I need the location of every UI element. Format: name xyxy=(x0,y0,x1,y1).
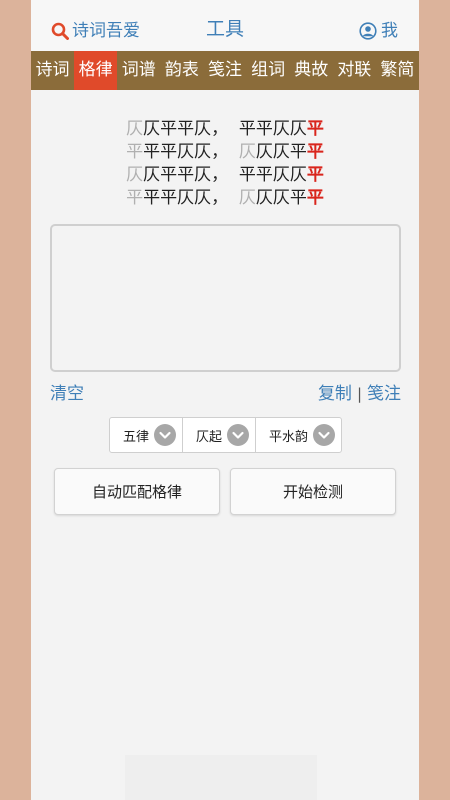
pattern-line: 平平平仄仄， 仄仄仄平平 xyxy=(31,141,419,164)
rhyme-book-select[interactable]: 平水韵 xyxy=(256,418,341,452)
meter-pattern: 仄仄平平仄， 平平仄仄平 平平平仄仄， 仄仄仄平平 仄仄平平仄， 平平仄仄平 平平平仄… xyxy=(31,118,419,210)
pattern-line: 仄仄平平仄， 平平仄仄平 xyxy=(31,118,419,141)
nav-tab-1[interactable]: 格律 xyxy=(74,51,118,90)
chevron-down-icon xyxy=(313,424,336,446)
auto-match-button[interactable]: 自动匹配格律 xyxy=(54,468,220,515)
nav-tab-3[interactable]: 韵表 xyxy=(160,51,203,90)
nav-tab-0[interactable]: 诗词 xyxy=(31,51,74,90)
action-links: 复制 | 笺注 xyxy=(318,383,401,405)
nav-tab-5[interactable]: 组词 xyxy=(247,51,290,90)
start-check-button[interactable]: 开始检测 xyxy=(230,468,396,515)
nav-tab-7[interactable]: 对联 xyxy=(333,51,376,90)
pattern-line: 平平平仄仄， 仄仄仄平平 xyxy=(31,187,419,210)
nav-tab-8[interactable]: 繁简 xyxy=(376,51,419,90)
nav-tab-6[interactable]: 典故 xyxy=(290,51,333,90)
nav-tab-4[interactable]: 笺注 xyxy=(203,51,246,90)
profile-label: 我 xyxy=(381,21,398,41)
copy-link[interactable]: 复制 xyxy=(318,383,352,405)
pattern-segment: 仄 xyxy=(126,119,144,139)
pattern-segment: 平 xyxy=(306,142,324,162)
pattern-segment: 仄平平仄， 平平仄仄 xyxy=(143,165,307,185)
pattern-segment: 平 xyxy=(306,165,324,185)
pattern-segment: 平 xyxy=(306,188,324,208)
profile-link[interactable]: 我 xyxy=(359,20,398,42)
pattern-segment: 仄 xyxy=(238,188,256,208)
poem-input[interactable] xyxy=(50,224,401,372)
tool-nav: 诗词 格律 词谱 韵表 笺注 组词 典故 对联 繁简 xyxy=(31,51,419,90)
pattern-segment: 平 xyxy=(126,142,144,162)
rhyme-book-select-value: 平水韵 xyxy=(269,429,309,445)
top-bar: 诗词吾爱 工具 我 xyxy=(31,0,419,51)
pattern-segment: 仄平平仄， 平平仄仄 xyxy=(143,119,307,139)
form-select[interactable]: 五律 xyxy=(110,418,184,452)
pattern-segment: 仄仄平 xyxy=(255,142,307,162)
pattern-segment: 平 xyxy=(306,119,324,139)
option-selects: 五律 仄起 平水韵 xyxy=(109,417,343,453)
form-select-value: 五律 xyxy=(123,429,150,445)
clear-link[interactable]: 清空 xyxy=(50,383,84,405)
pattern-segment: 平平仄仄， xyxy=(143,188,239,208)
pattern-segment: 仄仄平 xyxy=(255,188,307,208)
nav-tab-2[interactable]: 词谱 xyxy=(117,51,160,90)
start-tone-select-value: 仄起 xyxy=(196,429,223,445)
pattern-segment: 平平仄仄， xyxy=(143,142,239,162)
pattern-segment: 平 xyxy=(126,188,144,208)
annotate-link[interactable]: 笺注 xyxy=(367,383,401,405)
app-screen: 诗词吾爱 工具 我 诗词 格律 词谱 韵表 笺注 组词 典故 对联 繁简 仄仄平平仄， 平平仄仄… xyxy=(31,0,419,800)
pattern-line: 仄仄平平仄， 平平仄仄平 xyxy=(31,164,419,187)
chevron-down-icon xyxy=(154,424,177,446)
pattern-segment: 仄 xyxy=(238,142,256,162)
bottom-placeholder xyxy=(125,755,317,800)
link-separator: | xyxy=(356,385,362,403)
user-icon xyxy=(359,22,377,40)
start-tone-select[interactable]: 仄起 xyxy=(183,418,257,452)
chevron-down-icon xyxy=(227,424,250,446)
pattern-segment: 仄 xyxy=(126,165,144,185)
